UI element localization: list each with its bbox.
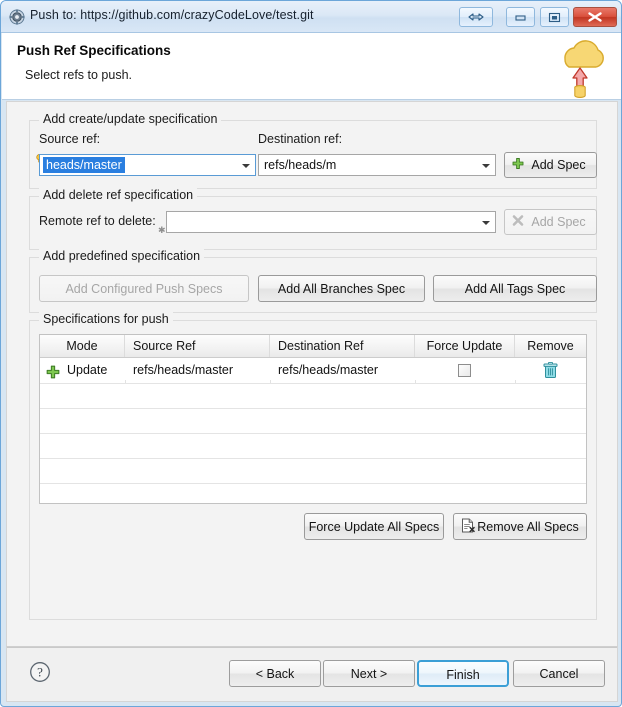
add-configured-push-specs-label: Add Configured Push Specs xyxy=(65,281,223,296)
row-divider xyxy=(40,433,586,434)
cancel-button[interactable]: Cancel xyxy=(513,660,605,687)
predefined-spec-group: Add predefined specification Add Configu… xyxy=(29,249,597,313)
cell-destination-ref: refs/heads/master xyxy=(278,363,379,377)
window-title: Push to: https://github.com/crazyCodeLov… xyxy=(30,8,314,22)
specifications-legend: Specifications for push xyxy=(39,312,173,326)
delete-ref-group: Add delete ref specification Remote ref … xyxy=(29,188,597,250)
back-label: < Back xyxy=(255,667,295,681)
force-update-all-specs-label: Force Update All Specs xyxy=(308,519,440,534)
title-bar: Push to: https://github.com/crazyCodeLov… xyxy=(1,1,621,33)
source-ref-label: Source ref: xyxy=(39,132,101,146)
plus-icon xyxy=(512,158,524,173)
source-ref-combo[interactable]: heads/master xyxy=(39,154,256,176)
add-all-branches-spec-button[interactable]: Add All Branches Spec xyxy=(258,275,425,302)
add-all-tags-spec-button[interactable]: Add All Tags Spec xyxy=(433,275,597,302)
destination-ref-value: refs/heads/m xyxy=(264,158,337,172)
required-asterisk-icon: ✱ xyxy=(158,225,166,235)
remote-ref-label: Remote ref to delete: xyxy=(39,214,156,228)
add-spec-delete-label: Add Spec xyxy=(531,215,586,229)
next-label: Next > xyxy=(350,667,388,681)
cancel-label: Cancel xyxy=(539,667,579,681)
dialog-footer: ? < Back Next > Finish Cancel xyxy=(6,646,618,702)
force-update-checkbox[interactable] xyxy=(458,364,471,377)
remote-ref-to-delete-combo[interactable] xyxy=(166,211,496,233)
add-all-branches-spec-label: Add All Branches Spec xyxy=(277,281,406,296)
help-icon[interactable]: ? xyxy=(29,661,51,683)
remove-x-icon xyxy=(512,215,524,230)
row-divider xyxy=(40,458,586,459)
window-controls xyxy=(458,7,617,28)
page-title: Push Ref Specifications xyxy=(17,43,171,58)
add-configured-push-specs-button[interactable]: Add Configured Push Specs xyxy=(39,275,249,302)
specifications-table[interactable]: Mode Source Ref Destination Ref Force Up… xyxy=(39,334,587,504)
source-ref-value: heads/master xyxy=(43,157,125,173)
remove-all-specs-button[interactable]: Remove All Specs xyxy=(453,513,587,540)
destination-ref-combo[interactable]: refs/heads/m xyxy=(258,154,496,176)
table-body: Update refs/heads/master refs/heads/mast… xyxy=(40,358,586,484)
cell-mode: Update xyxy=(67,363,108,377)
column-header-mode: Mode xyxy=(40,335,125,357)
add-spec-create-button[interactable]: Add Spec xyxy=(504,152,597,178)
chevron-down-icon[interactable] xyxy=(482,164,490,168)
page-subtitle: Select refs to push. xyxy=(25,68,133,82)
add-spec-delete-button[interactable]: Add Spec xyxy=(504,209,597,235)
svg-text:?: ? xyxy=(37,665,43,680)
column-header-source-ref: Source Ref xyxy=(125,335,270,357)
minimize-icon[interactable] xyxy=(506,7,536,27)
row-divider xyxy=(40,383,586,384)
app-gear-icon xyxy=(9,9,25,25)
plus-icon xyxy=(46,363,62,379)
column-header-destination-ref: Destination Ref xyxy=(270,335,415,357)
destination-ref-label: Destination ref: xyxy=(258,132,343,146)
add-all-tags-spec-label: Add All Tags Spec xyxy=(464,281,566,296)
maximize-icon[interactable] xyxy=(539,7,569,27)
footer-separator xyxy=(7,647,617,648)
chevron-down-icon[interactable] xyxy=(482,221,490,225)
delete-ref-legend: Add delete ref specification xyxy=(39,188,198,202)
add-spec-create-label: Add Spec xyxy=(531,158,586,172)
table-header-row: Mode Source Ref Destination Ref Force Up… xyxy=(40,335,586,358)
resize-icon[interactable] xyxy=(458,7,493,27)
specifications-for-push-group: Specifications for push Mode Source Ref … xyxy=(29,312,597,620)
cloud-push-icon xyxy=(547,35,613,99)
finish-button[interactable]: Finish xyxy=(417,660,509,687)
back-button[interactable]: < Back xyxy=(229,660,321,687)
wizard-header: Push Ref Specifications Select refs to p… xyxy=(2,33,621,100)
create-update-legend: Add create/update specification xyxy=(39,112,222,126)
row-divider xyxy=(40,408,586,409)
column-header-force-update: Force Update xyxy=(415,335,515,357)
table-row[interactable]: Update refs/heads/master refs/heads/mast… xyxy=(40,358,586,383)
next-button[interactable]: Next > xyxy=(323,660,415,687)
predefined-spec-legend: Add predefined specification xyxy=(39,249,205,263)
trash-icon[interactable] xyxy=(543,361,559,380)
remove-all-specs-label: Remove All Specs xyxy=(477,519,579,534)
finish-label: Finish xyxy=(446,668,480,682)
cell-source-ref: refs/heads/master xyxy=(133,363,234,377)
column-header-remove: Remove xyxy=(527,339,574,353)
dialog-body: Add create/update specification Source r… xyxy=(6,101,618,646)
push-ref-specifications-dialog: Push to: https://github.com/crazyCodeLov… xyxy=(0,0,622,707)
remove-all-document-icon xyxy=(461,518,475,536)
close-icon[interactable] xyxy=(573,7,617,27)
create-update-group: Add create/update specification Source r… xyxy=(29,112,597,189)
chevron-down-icon[interactable] xyxy=(242,164,250,168)
row-divider xyxy=(40,483,586,484)
force-update-all-specs-button[interactable]: Force Update All Specs xyxy=(304,513,444,540)
